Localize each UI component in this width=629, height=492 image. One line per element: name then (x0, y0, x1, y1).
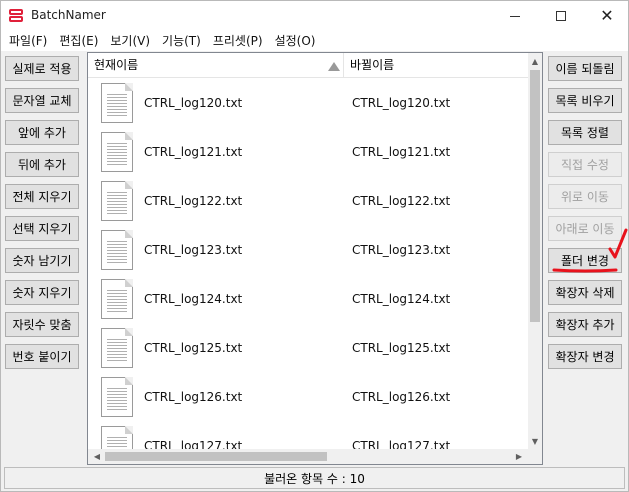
scroll-up-icon[interactable]: ▲ (528, 54, 542, 68)
new-name: CTRL_log125.txt (352, 341, 451, 355)
sort-ascending-icon (328, 62, 340, 71)
list-header: 현재이름 바뀔이름 (88, 53, 528, 78)
current-name: CTRL_log126.txt (144, 390, 243, 404)
new-name: CTRL_log124.txt (352, 292, 451, 306)
table-row[interactable]: CTRL_log126.txt CTRL_log126.txt (88, 373, 528, 422)
menu-file[interactable]: 파일(F) (3, 31, 53, 51)
replace-string-button[interactable]: 문자열 교체 (5, 88, 79, 113)
maximize-button[interactable] (538, 1, 584, 31)
edit-directly-button[interactable]: 직접 수정 (548, 152, 622, 177)
new-name: CTRL_log122.txt (352, 194, 451, 208)
table-row[interactable]: CTRL_log127.txt CTRL_log127.txt (88, 422, 528, 449)
file-list[interactable]: 현재이름 바뀔이름 CTRL_log120.txt CTRL_log120.tx… (87, 52, 543, 465)
scroll-down-icon[interactable]: ▼ (528, 434, 542, 448)
new-name: CTRL_log127.txt (352, 439, 451, 449)
menu-view[interactable]: 보기(V) (104, 31, 156, 51)
vertical-scrollbar[interactable]: ▲ ▼ (528, 53, 542, 449)
current-name: CTRL_log123.txt (144, 243, 243, 257)
column-header-current[interactable]: 현재이름 (88, 53, 344, 78)
menu-edit[interactable]: 편집(E) (53, 31, 104, 51)
text-file-icon (101, 377, 133, 417)
text-file-icon (101, 426, 133, 449)
current-name: CTRL_log122.txt (144, 194, 243, 208)
menu-bar: 파일(F) 편집(E) 보기(V) 기능(T) 프리셋(P) 설정(O) (1, 31, 628, 51)
scroll-right-icon[interactable]: ▶ (512, 449, 526, 464)
delete-extension-button[interactable]: 확장자 삭제 (548, 280, 622, 305)
text-file-icon (101, 279, 133, 319)
app-icon (9, 9, 23, 23)
keep-numbers-button[interactable]: 숫자 남기기 (5, 248, 79, 273)
scrollbar-corner (528, 449, 542, 464)
current-name: CTRL_log121.txt (144, 145, 243, 159)
menu-settings[interactable]: 설정(O) (269, 31, 322, 51)
current-name: CTRL_log127.txt (144, 439, 243, 449)
status-text: 불러온 항목 수 : 10 (264, 471, 365, 486)
new-name: CTRL_log123.txt (352, 243, 451, 257)
horizontal-scrollbar[interactable]: ◀ ▶ (88, 449, 528, 464)
menu-tools[interactable]: 기능(T) (156, 31, 207, 51)
move-up-button[interactable]: 위로 이동 (548, 184, 622, 209)
minimize-icon (510, 15, 520, 17)
add-extension-button[interactable]: 확장자 추가 (548, 312, 622, 337)
clear-list-button[interactable]: 목록 비우기 (548, 88, 622, 113)
red-underline-annotation (552, 268, 618, 273)
change-extension-button[interactable]: 확장자 변경 (548, 344, 622, 369)
table-row[interactable]: CTRL_log122.txt CTRL_log122.txt (88, 177, 528, 226)
table-row[interactable]: CTRL_log123.txt CTRL_log123.txt (88, 226, 528, 275)
text-file-icon (101, 230, 133, 270)
close-icon: ✕ (600, 6, 614, 25)
table-row[interactable]: CTRL_log120.txt CTRL_log120.txt (88, 79, 528, 128)
table-row[interactable]: CTRL_log121.txt CTRL_log121.txt (88, 128, 528, 177)
text-file-icon (101, 328, 133, 368)
table-row[interactable]: CTRL_log125.txt CTRL_log125.txt (88, 324, 528, 373)
window-title: BatchNamer (31, 8, 106, 22)
maximize-icon (556, 11, 566, 21)
add-prefix-button[interactable]: 앞에 추가 (5, 120, 79, 145)
current-name: CTRL_log124.txt (144, 292, 243, 306)
title-bar[interactable]: BatchNamer ✕ (1, 1, 628, 31)
scroll-left-icon[interactable]: ◀ (90, 449, 104, 464)
text-file-icon (101, 83, 133, 123)
apply-button[interactable]: 실제로 적용 (5, 56, 79, 81)
sort-list-button[interactable]: 목록 정렬 (548, 120, 622, 145)
column-header-new[interactable]: 바뀔이름 (344, 53, 528, 78)
current-name: CTRL_log125.txt (144, 341, 243, 355)
menu-preset[interactable]: 프리셋(P) (207, 31, 269, 51)
table-row[interactable]: CTRL_log124.txt CTRL_log124.txt (88, 275, 528, 324)
status-bar: 불러온 항목 수 : 10 (4, 467, 625, 489)
new-name: CTRL_log120.txt (352, 96, 451, 110)
batchnamer-window: BatchNamer ✕ 파일(F) 편집(E) 보기(V) 기능(T) 프리셋… (0, 0, 629, 492)
remove-numbers-button[interactable]: 숫자 지우기 (5, 280, 79, 305)
current-name: CTRL_log120.txt (144, 96, 243, 110)
clear-selection-button[interactable]: 선택 지우기 (5, 216, 79, 241)
vertical-scroll-thumb[interactable] (530, 70, 540, 322)
add-suffix-button[interactable]: 뒤에 추가 (5, 152, 79, 177)
new-name: CTRL_log121.txt (352, 145, 451, 159)
text-file-icon (101, 181, 133, 221)
undo-rename-button[interactable]: 이름 되돌림 (548, 56, 622, 81)
horizontal-scroll-thumb[interactable] (105, 452, 327, 461)
new-name: CTRL_log126.txt (352, 390, 451, 404)
minimize-button[interactable] (492, 1, 538, 31)
list-rows: CTRL_log120.txt CTRL_log120.txt CTRL_log… (88, 79, 528, 449)
clear-all-button[interactable]: 전체 지우기 (5, 184, 79, 209)
close-button[interactable]: ✕ (584, 1, 629, 31)
pad-digits-button[interactable]: 자릿수 맞춤 (5, 312, 79, 337)
red-checkmark-annotation (608, 228, 628, 259)
text-file-icon (101, 132, 133, 172)
add-numbering-button[interactable]: 번호 붙이기 (5, 344, 79, 369)
